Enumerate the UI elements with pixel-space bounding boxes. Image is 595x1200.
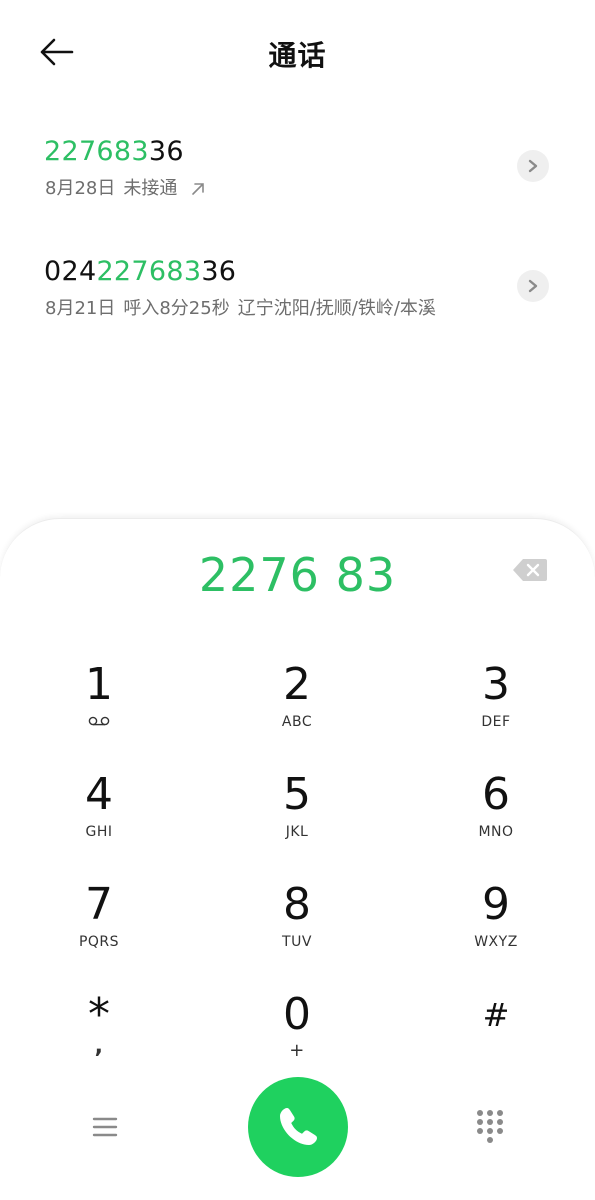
phone-icon [280,1108,317,1145]
call-meta: 8月21日 呼入8分25秒 辽宁沈阳/抚顺/铁岭/本溪 [45,294,444,320]
dial-key-hash[interactable]: # [416,990,576,1086]
key-letters: DEF [481,714,511,730]
menu-button[interactable] [90,1112,120,1142]
key-letters: ABC [281,714,313,730]
key-digit: 5 [283,769,311,820]
call-log-item[interactable]: 22768336 8月28日 未接通 [0,128,595,238]
dial-key-1[interactable]: 1 [19,660,179,756]
key-letters: WXYZ [474,934,518,950]
key-letters: + [289,1040,305,1061]
key-digit: 6 [482,769,510,820]
call-detail-button[interactable] [517,270,549,302]
key-letters: PQRS [78,934,120,950]
dial-key-0[interactable]: 0 + [217,990,377,1086]
call-meta: 8月28日 未接通 [45,174,207,200]
call-log-item[interactable]: 02422768336 8月21日 呼入8分25秒 辽宁沈阳/抚顺/铁岭/本溪 [0,248,595,358]
dial-key-4[interactable]: 4 GHI [19,770,179,866]
menu-icon [92,1117,118,1137]
key-letters: TUV [282,934,312,950]
call-location: 辽宁沈阳/抚顺/铁岭/本溪 [237,298,436,319]
call-date: 8月28日 [45,178,116,199]
key-digit: 3 [482,659,510,710]
dial-key-8[interactable]: 8 TUV [217,880,377,976]
outgoing-arrow-icon [192,183,205,195]
voicemail-icon [88,716,110,726]
dialpad-toggle-button[interactable] [474,1108,506,1144]
dial-key-star[interactable]: * , [19,990,179,1086]
dial-key-3[interactable]: 3 DEF [416,660,576,756]
call-date: 8月21日 [45,298,116,319]
dial-key-7[interactable]: 7 PQRS [19,880,179,976]
dialpad-icon [477,1110,503,1143]
call-number: 02422768336 [44,256,236,287]
key-digit: 4 [85,769,113,820]
dial-key-6[interactable]: 6 MNO [416,770,576,866]
number-match: 227683 [44,136,149,167]
call-status: 未接通 [123,178,178,199]
backspace-icon [513,559,547,581]
dial-key-5[interactable]: 5 JKL [217,770,377,866]
key-digit: 7 [85,879,113,930]
key-letters: MNO [478,824,514,840]
chevron-right-icon [528,279,538,293]
key-digit: # [482,996,510,1034]
call-status: 呼入8分25秒 [123,298,230,319]
call-button[interactable] [248,1077,348,1177]
chevron-right-icon [528,159,538,173]
dialed-number-display[interactable]: 2276 83 [0,548,595,602]
call-number: 22768336 [44,136,184,167]
backspace-button[interactable] [512,557,548,583]
top-bar: 通话 [0,0,595,100]
page-title: 通话 [268,39,327,72]
key-digit: 2 [283,659,311,710]
dial-key-9[interactable]: 9 WXYZ [416,880,576,976]
key-letters: JKL [285,824,309,840]
key-letters: GHI [85,824,113,840]
call-detail-button[interactable] [517,150,549,182]
key-digit: 1 [85,659,113,710]
key-digit: 9 [482,879,510,930]
key-digit: 0 [283,989,311,1040]
number-rest: 36 [148,136,184,167]
number-match: 227683 [96,256,202,287]
key-digit: 8 [283,879,311,930]
key-letters: , [94,1034,104,1059]
number-rest: 36 [201,256,237,287]
key-digit: * [88,989,110,1040]
dial-key-2[interactable]: 2 ABC [217,660,377,756]
number-prefix: 024 [44,256,97,287]
